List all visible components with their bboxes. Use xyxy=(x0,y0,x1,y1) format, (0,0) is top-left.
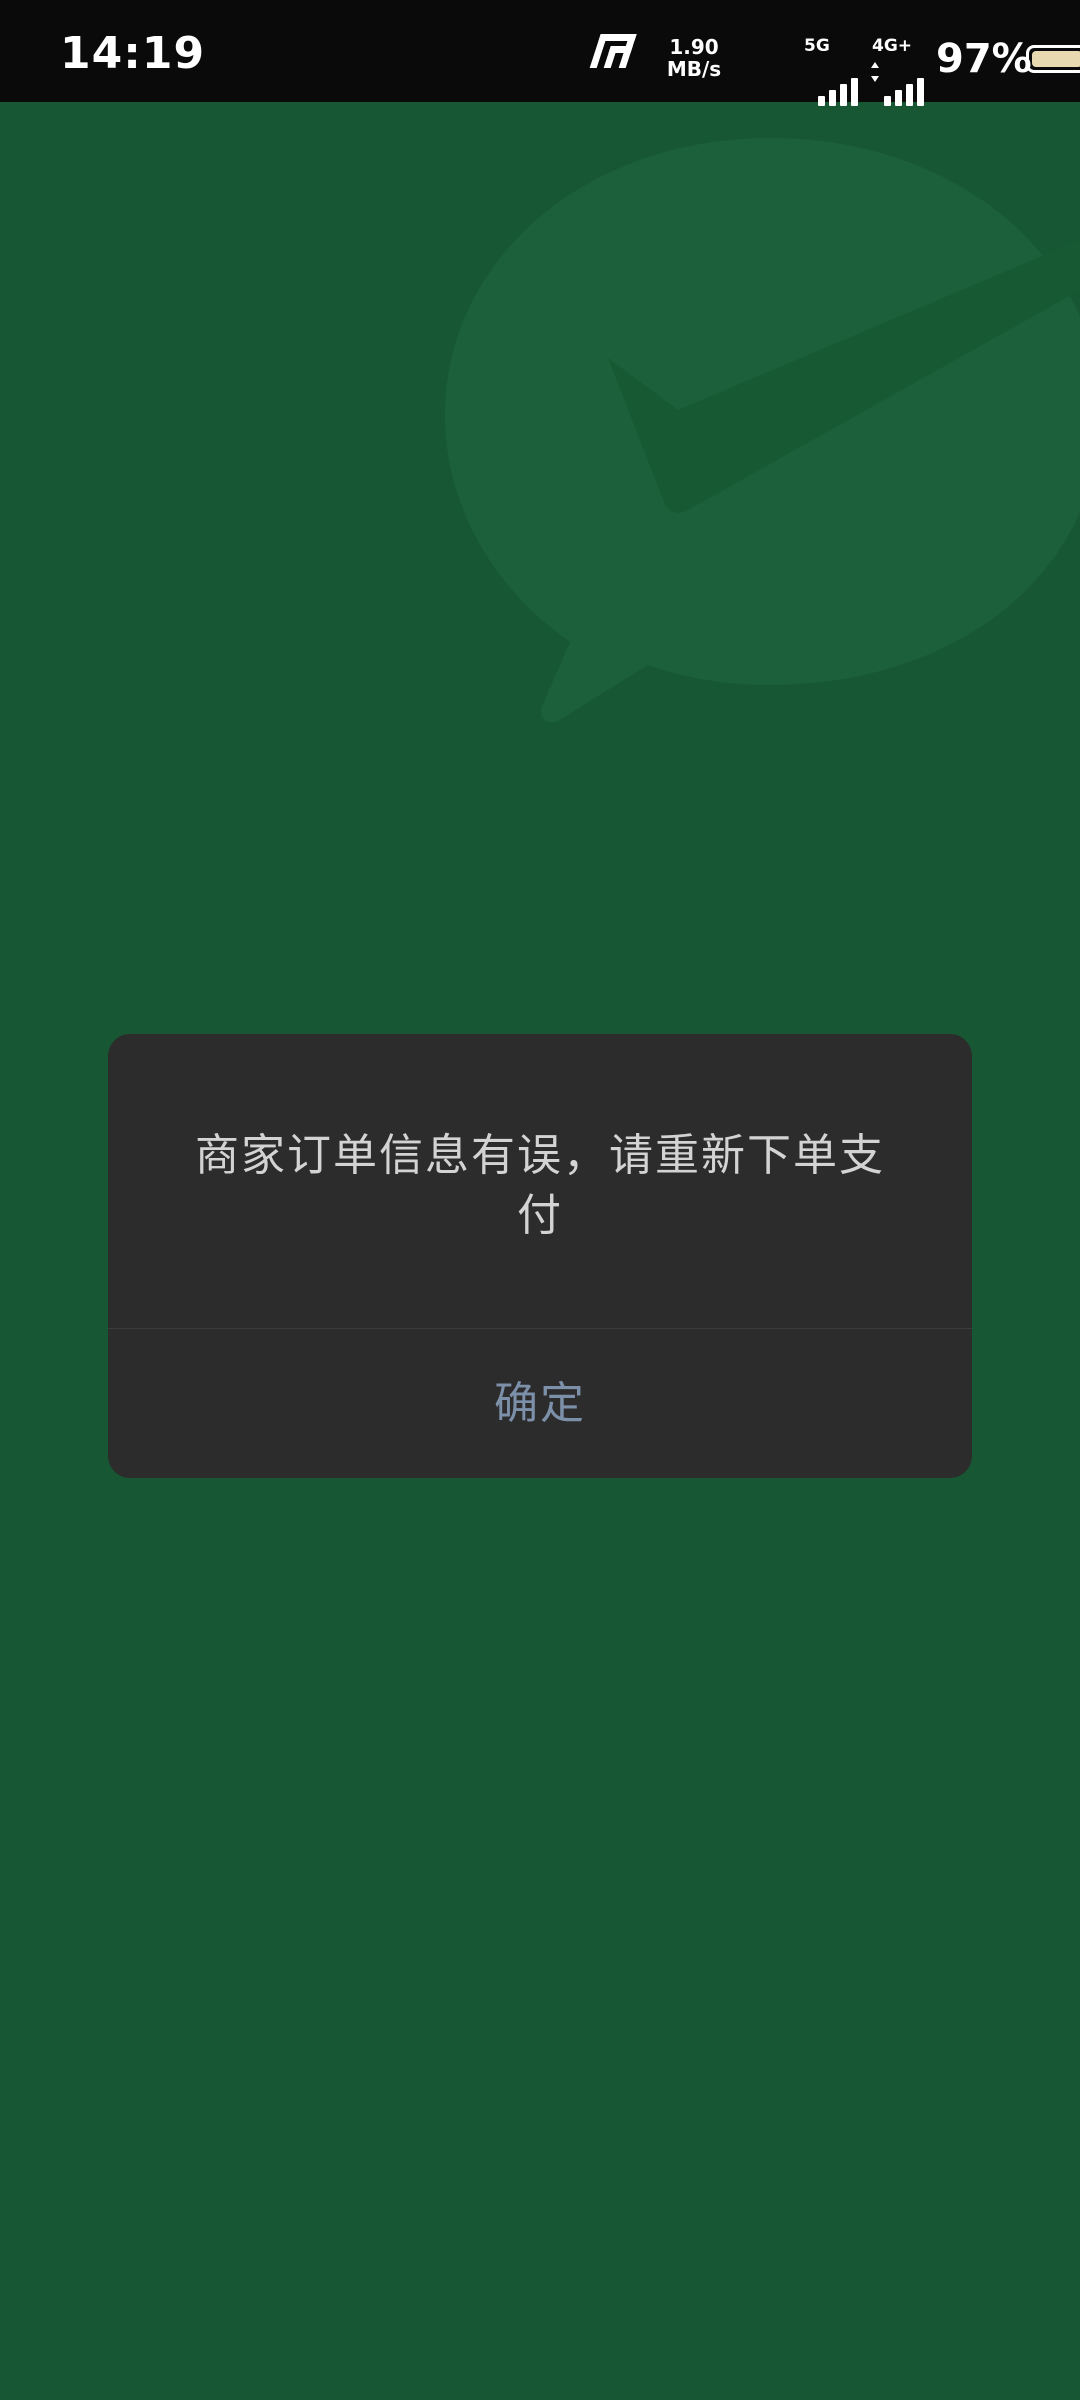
network-speed: 1.90 MB/s xyxy=(664,36,724,80)
status-time: 14:19 xyxy=(60,28,206,79)
status-bar: 14:19 1.90 MB/s 5G 4G+ 97% xyxy=(0,0,1080,106)
alert-dialog: 商家订单信息有误，请重新下单支付 确定 xyxy=(108,1034,972,1478)
sim1-network-label: 5G xyxy=(804,36,830,56)
screen: 14:19 1.90 MB/s 5G 4G+ 97% 商家订单信息有误，请重新下… xyxy=(0,0,1080,2400)
battery-icon xyxy=(1026,45,1080,73)
network-speed-unit: MB/s xyxy=(666,57,722,81)
sim2-network-label: 4G+ xyxy=(872,36,913,56)
status-icons: 1.90 MB/s 5G 4G+ 97% xyxy=(580,0,1080,106)
sim1-signal-bars-icon xyxy=(818,56,862,106)
mi-logo-icon xyxy=(589,34,637,68)
sim2-signal: 4G+ xyxy=(870,28,930,106)
sim1-signal: 5G xyxy=(804,28,864,106)
dialog-message: 商家订单信息有误，请重新下单支付 xyxy=(195,1130,885,1241)
confirm-button[interactable]: 确定 xyxy=(108,1329,972,1478)
wechat-logo-icon xyxy=(445,138,1080,723)
battery-percent: 97% xyxy=(936,36,1032,82)
network-speed-value: 1.90 xyxy=(669,35,719,59)
sim2-signal-bars-icon xyxy=(884,56,928,106)
battery-level-fill xyxy=(1032,51,1080,67)
data-transfer-arrows-icon xyxy=(871,62,879,82)
